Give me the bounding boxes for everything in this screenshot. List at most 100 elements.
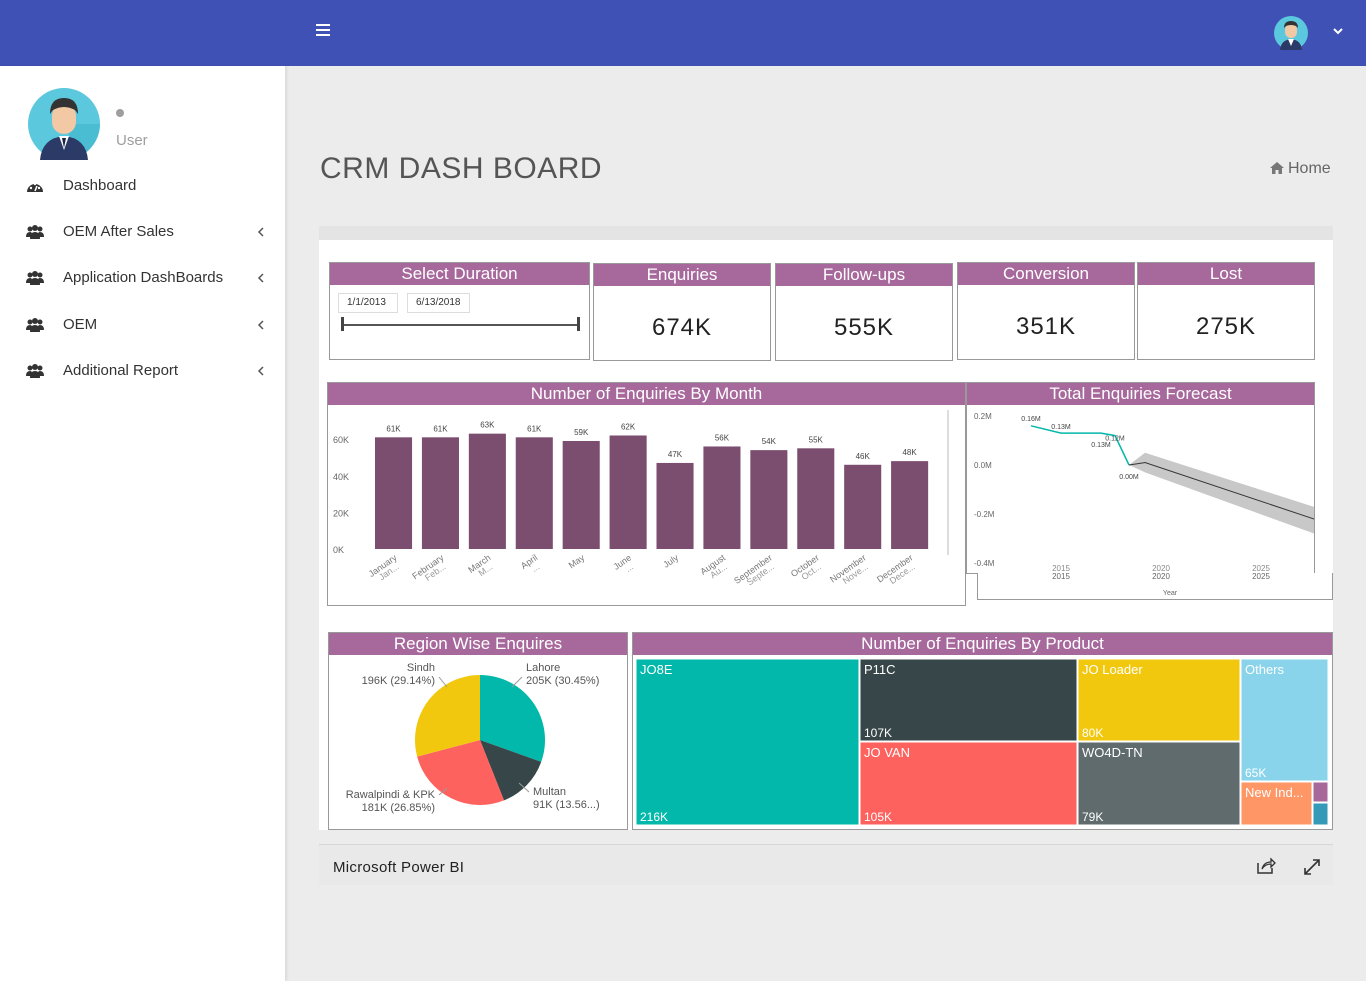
duration-slider-track[interactable] <box>342 324 579 326</box>
fullscreen-icon[interactable] <box>1302 857 1322 877</box>
line-data-label: 0.13M <box>1051 424 1071 431</box>
user-name: User <box>116 132 148 149</box>
start-date-input[interactable]: 1/1/2013 <box>338 293 398 313</box>
users-icon <box>26 225 44 239</box>
x-tick-label: 2015 <box>1052 564 1070 573</box>
bar <box>515 437 553 549</box>
bar <box>375 437 413 549</box>
chart-title: Number of Enquiries By Product <box>633 633 1332 655</box>
end-date-input[interactable]: 6/13/2018 <box>407 293 470 313</box>
slider-start-handle[interactable] <box>341 317 344 331</box>
bar <box>468 433 506 549</box>
y-tick-label: -0.4M <box>974 559 995 568</box>
pie-leader-line <box>511 676 523 688</box>
bar-data-label: 47K <box>668 450 683 459</box>
bar-data-label: 46K <box>856 452 871 461</box>
users-icon <box>26 318 44 332</box>
sidebar-item-oem-after-sales[interactable]: OEM After Sales <box>0 212 286 252</box>
sidebar-item-application-dashboards[interactable]: Application DashBoards <box>0 258 286 298</box>
x-tick-label: 2020 <box>1152 573 1170 581</box>
pie-chart-canvas: Lahore205K (30.45%) Multan91K (13.56...) R… <box>346 662 600 814</box>
treemap-tile <box>1312 802 1329 826</box>
y-tick-label: 60K <box>333 435 349 445</box>
sidebar-item-label: OEM <box>63 316 98 333</box>
bar <box>891 461 929 549</box>
users-icon <box>26 271 44 285</box>
powerbi-label: Microsoft Power BI <box>333 859 465 876</box>
sidebar-item-label: Additional Report <box>63 362 179 379</box>
sidebar-item-label: OEM After Sales <box>63 223 174 240</box>
kpi-title: Follow-ups <box>776 264 952 286</box>
bar <box>797 448 835 549</box>
bar-data-label: 61K <box>386 424 401 433</box>
chevron-left-icon <box>257 227 264 237</box>
bar-data-label: 62K <box>621 422 636 431</box>
y-tick-label: 0.2M <box>974 412 992 421</box>
chevron-down-icon[interactable] <box>1331 24 1345 38</box>
actual-line <box>1030 425 1130 466</box>
x-tick-label: 2020 <box>1152 564 1170 573</box>
duration-title: Select Duration <box>330 263 589 285</box>
bar-data-label: 48K <box>902 448 917 457</box>
treemap-value: 105K <box>864 810 892 824</box>
pie-value-label: 91K (13.56...) <box>533 799 600 811</box>
user-avatar[interactable] <box>1274 16 1308 50</box>
dashboard-icon <box>27 182 43 192</box>
slider-end-handle[interactable] <box>577 317 580 331</box>
sidebar-item-oem[interactable]: OEM <box>0 305 286 345</box>
forecast-chart-canvas: 0.2M0.0M-0.2M-0.4M0.16M0.13M0.13M0.12M0.… <box>974 412 1314 573</box>
bar <box>609 435 647 549</box>
hamburger-icon[interactable] <box>316 24 332 42</box>
chevron-left-icon <box>257 320 264 330</box>
line-data-label: 0.12M <box>1105 436 1125 443</box>
pie-category-label: Multan <box>533 786 566 798</box>
y-tick-label: 0.0M <box>974 461 992 470</box>
treemap-value: 216K <box>640 810 668 824</box>
chevron-left-icon <box>257 366 264 376</box>
bar <box>844 464 882 549</box>
x-tick-sublabel: ... <box>530 561 542 574</box>
treemap-tile <box>635 658 860 826</box>
top-navbar <box>0 0 1366 66</box>
kpi-title: Enquiries <box>594 264 770 286</box>
chart-title: Number of Enquiries By Month <box>328 383 965 405</box>
kpi-follow-ups: Follow-ups 555K <box>775 263 953 361</box>
bar-data-label: 55K <box>809 435 824 444</box>
forecast-chart: Total Enquiries Forecast 0.2M 0.0M -0.2M -0… <box>966 382 1315 574</box>
y-tick-label: -0.2M <box>974 510 995 519</box>
line-data-label: 0.13M <box>1091 442 1111 449</box>
x-axis-title: Year <box>1163 590 1178 597</box>
breadcrumb-label: Home <box>1288 160 1331 177</box>
kpi-conversion: Conversion 351K <box>957 262 1135 360</box>
bar <box>421 437 459 549</box>
x-tick-label: 2025 <box>1252 564 1270 573</box>
report-top-strip <box>319 226 1333 240</box>
enquiries-by-month-chart: Number of Enquiries By Month 0K 20K 40K 60K… <box>327 382 966 606</box>
y-tick-label: 40K <box>333 472 349 482</box>
home-icon <box>1270 162 1284 174</box>
treemap-label: JO VAN <box>864 745 910 760</box>
sidebar-item-dashboard[interactable]: Dashboard <box>0 166 286 206</box>
status-dot <box>116 109 124 117</box>
forecast-axis-canvas: 2015 2020 2025 Year <box>1052 573 1270 597</box>
kpi-lost: Lost 275K <box>1137 262 1315 360</box>
kpi-value: 275K <box>1195 313 1257 340</box>
bar <box>750 450 788 549</box>
x-tick-label: May <box>567 552 587 570</box>
bar <box>703 446 741 549</box>
treemap-value: 107K <box>864 726 892 740</box>
share-icon[interactable] <box>1256 857 1276 875</box>
treemap-label: WO4D-TN <box>1082 745 1143 760</box>
y-tick-label: 0K <box>333 545 344 555</box>
treemap-label: JO Loader <box>1082 662 1143 677</box>
x-tick-sublabel: ... <box>623 561 635 574</box>
treemap-value: 79K <box>1082 810 1103 824</box>
sidebar: User Dashboard OEM After Sales Applicati… <box>0 66 286 981</box>
bar-data-label: 59K <box>574 428 589 437</box>
treemap-label: New Ind... <box>1245 785 1304 800</box>
sidebar-item-additional-report[interactable]: Additional Report <box>0 351 286 391</box>
breadcrumb-home[interactable]: Home <box>1270 160 1331 178</box>
treemap-tile <box>1240 658 1329 782</box>
kpi-title: Conversion <box>958 263 1134 285</box>
pie-category-label: Sindh <box>407 662 435 674</box>
